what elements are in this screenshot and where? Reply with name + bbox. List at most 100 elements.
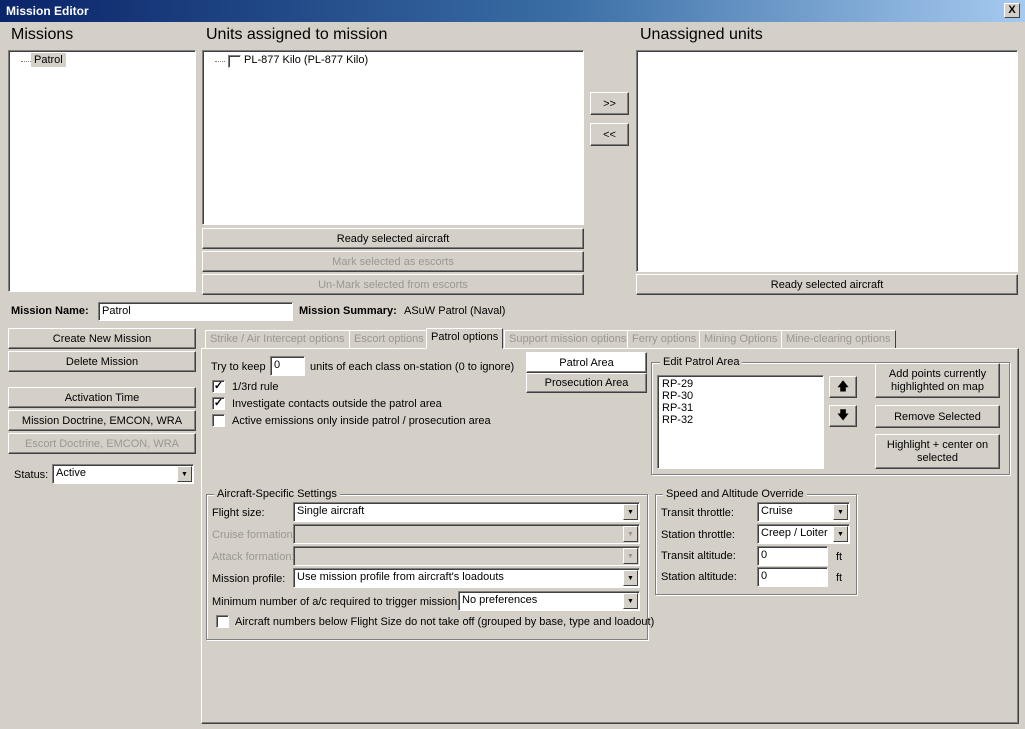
mission-profile-dropdown[interactable]: Use mission profile from aircraft's load… bbox=[293, 568, 640, 588]
delete-mission-button[interactable]: Delete Mission bbox=[8, 351, 196, 372]
mission-name-label: Mission Name: bbox=[11, 305, 89, 317]
activation-time-button[interactable]: Activation Time bbox=[8, 387, 196, 408]
missions-list[interactable]: Patrol bbox=[8, 50, 196, 292]
tab-mining[interactable]: Mining Options bbox=[699, 330, 783, 349]
mission-item[interactable]: Patrol bbox=[31, 53, 66, 67]
chevron-down-icon[interactable]: ▼ bbox=[833, 504, 848, 520]
mission-summary-label: Mission Summary: bbox=[299, 305, 397, 317]
status-label: Status: bbox=[14, 469, 49, 481]
tab-support[interactable]: Support mission options bbox=[504, 330, 632, 349]
unassigned-header: Unassigned units bbox=[640, 26, 763, 43]
edit-patrol-area-title: Edit Patrol Area bbox=[660, 356, 743, 368]
chevron-down-icon[interactable]: ▼ bbox=[623, 570, 638, 586]
cruise-formation-label: Cruise formation: bbox=[212, 529, 296, 541]
mission-doctrine-button[interactable]: Mission Doctrine, EMCON, WRA bbox=[8, 410, 196, 431]
create-mission-button[interactable]: Create New Mission bbox=[8, 328, 196, 349]
below-flight-size-label: Aircraft numbers below Flight Size do no… bbox=[235, 616, 655, 628]
transit-throttle-label: Transit throttle: bbox=[661, 507, 734, 519]
close-button[interactable]: X bbox=[1004, 3, 1020, 18]
unit-checkbox[interactable] bbox=[228, 55, 241, 68]
check-icon: ✓ bbox=[213, 397, 224, 409]
unassigned-units-list[interactable] bbox=[636, 50, 1018, 272]
remove-units-button[interactable]: << bbox=[590, 123, 629, 146]
ready-unassigned-button[interactable]: Ready selected aircraft bbox=[636, 274, 1018, 295]
speed-altitude-title: Speed and Altitude Override bbox=[663, 488, 807, 500]
tab-patrol[interactable]: Patrol options bbox=[426, 328, 504, 349]
chevron-down-icon[interactable]: ▼ bbox=[177, 466, 192, 482]
move-up-button[interactable]: 🡅 bbox=[829, 376, 857, 398]
highlight-center-button[interactable]: Highlight + center on selected bbox=[875, 434, 1000, 469]
keep-suffix: units of each class on-station (0 to ign… bbox=[310, 361, 515, 373]
mission-profile-label: Mission profile: bbox=[212, 573, 286, 585]
transit-altitude-input[interactable]: 0 bbox=[757, 546, 828, 566]
min-aircraft-dropdown[interactable]: No preferences ▼ bbox=[458, 591, 640, 611]
active-emissions-checkbox[interactable] bbox=[212, 414, 225, 427]
assigned-header: Units assigned to mission bbox=[206, 26, 388, 43]
patrol-point[interactable]: RP-31 bbox=[662, 402, 819, 414]
cruise-formation-dropdown[interactable]: ▼ bbox=[293, 524, 640, 544]
mission-name-input[interactable]: Patrol bbox=[98, 302, 293, 321]
chevron-down-icon[interactable]: ▼ bbox=[623, 548, 638, 564]
attack-formation-label: Attack formation: bbox=[212, 551, 295, 563]
add-points-button[interactable]: Add points currently highlighted on map bbox=[875, 363, 1000, 398]
move-down-button[interactable]: 🡇 bbox=[829, 405, 857, 427]
tab-escort[interactable]: Escort options bbox=[349, 330, 429, 349]
keep-units-input[interactable]: 0 bbox=[270, 356, 305, 376]
patrol-area-button[interactable]: Patrol Area bbox=[526, 352, 647, 373]
assigned-units-list[interactable]: PL-877 Kilo (PL-877 Kilo) bbox=[202, 50, 584, 225]
mission-profile-value: Use mission profile from aircraft's load… bbox=[297, 571, 504, 583]
chevron-down-icon[interactable]: ▼ bbox=[623, 504, 638, 520]
unmark-escorts-button[interactable]: Un-Mark selected from escorts bbox=[202, 274, 584, 295]
third-rule-label: 1/3rd rule bbox=[232, 381, 279, 393]
check-icon: ✓ bbox=[213, 380, 224, 392]
tree-line bbox=[215, 61, 225, 62]
flight-size-dropdown[interactable]: Single aircraft ▼ bbox=[293, 502, 640, 522]
station-altitude-label: Station altitude: bbox=[661, 571, 737, 583]
status-value: Active bbox=[56, 467, 86, 479]
tab-ferry[interactable]: Ferry options bbox=[627, 330, 702, 349]
status-dropdown[interactable]: Active ▼ bbox=[52, 464, 194, 484]
arrow-down-icon: 🡇 bbox=[836, 407, 850, 422]
patrol-point[interactable]: RP-32 bbox=[662, 414, 819, 426]
prosecution-area-button[interactable]: Prosecution Area bbox=[526, 373, 647, 393]
mission-summary-value: ASuW Patrol (Naval) bbox=[404, 305, 506, 317]
min-aircraft-value: No preferences bbox=[462, 594, 538, 606]
attack-formation-dropdown[interactable]: ▼ bbox=[293, 546, 640, 566]
close-icon: X bbox=[1008, 4, 1016, 16]
station-throttle-value: Creep / Loiter bbox=[761, 527, 828, 539]
station-altitude-unit: ft bbox=[836, 572, 843, 584]
mark-escorts-button[interactable]: Mark selected as escorts bbox=[202, 251, 584, 272]
station-throttle-dropdown[interactable]: Creep / Loiter ▼ bbox=[757, 524, 850, 544]
tree-line bbox=[21, 61, 31, 62]
transit-altitude-unit: ft bbox=[836, 551, 843, 563]
tab-mine-clearing[interactable]: Mine-clearing options bbox=[781, 330, 896, 349]
station-throttle-label: Station throttle: bbox=[661, 529, 735, 541]
transit-altitude-label: Transit altitude: bbox=[661, 550, 736, 562]
investigate-checkbox[interactable]: ✓ bbox=[212, 397, 225, 410]
chevron-down-icon[interactable]: ▼ bbox=[833, 526, 848, 542]
patrol-point[interactable]: RP-30 bbox=[662, 390, 819, 402]
missions-header: Missions bbox=[11, 26, 74, 43]
window-titlebar: Mission Editor bbox=[0, 0, 1025, 22]
unit-item[interactable]: PL-877 Kilo (PL-877 Kilo) bbox=[244, 54, 368, 66]
keep-prefix: Try to keep bbox=[211, 361, 266, 373]
below-flight-size-checkbox[interactable] bbox=[216, 615, 229, 628]
transit-throttle-value: Cruise bbox=[761, 505, 793, 517]
min-aircraft-label: Minimum number of a/c required to trigge… bbox=[212, 596, 461, 608]
aircraft-settings-title: Aircraft-Specific Settings bbox=[214, 488, 340, 500]
remove-selected-button[interactable]: Remove Selected bbox=[875, 405, 1000, 428]
chevron-down-icon[interactable]: ▼ bbox=[623, 526, 638, 542]
transit-throttle-dropdown[interactable]: Cruise ▼ bbox=[757, 502, 850, 522]
station-altitude-input[interactable]: 0 bbox=[757, 567, 828, 587]
window-title: Mission Editor bbox=[6, 4, 89, 18]
patrol-points-list[interactable]: RP-29 RP-30 RP-31 RP-32 bbox=[657, 375, 824, 469]
chevron-down-icon[interactable]: ▼ bbox=[623, 593, 638, 609]
flight-size-value: Single aircraft bbox=[297, 505, 365, 517]
tab-strike[interactable]: Strike / Air Intercept options bbox=[205, 330, 350, 349]
patrol-point[interactable]: RP-29 bbox=[662, 378, 819, 390]
add-units-button[interactable]: >> bbox=[590, 92, 629, 115]
ready-assigned-button[interactable]: Ready selected aircraft bbox=[202, 228, 584, 249]
escort-doctrine-button[interactable]: Escort Doctrine, EMCON, WRA bbox=[8, 433, 196, 454]
arrow-up-icon: 🡅 bbox=[836, 378, 850, 393]
third-rule-checkbox[interactable]: ✓ bbox=[212, 380, 225, 393]
